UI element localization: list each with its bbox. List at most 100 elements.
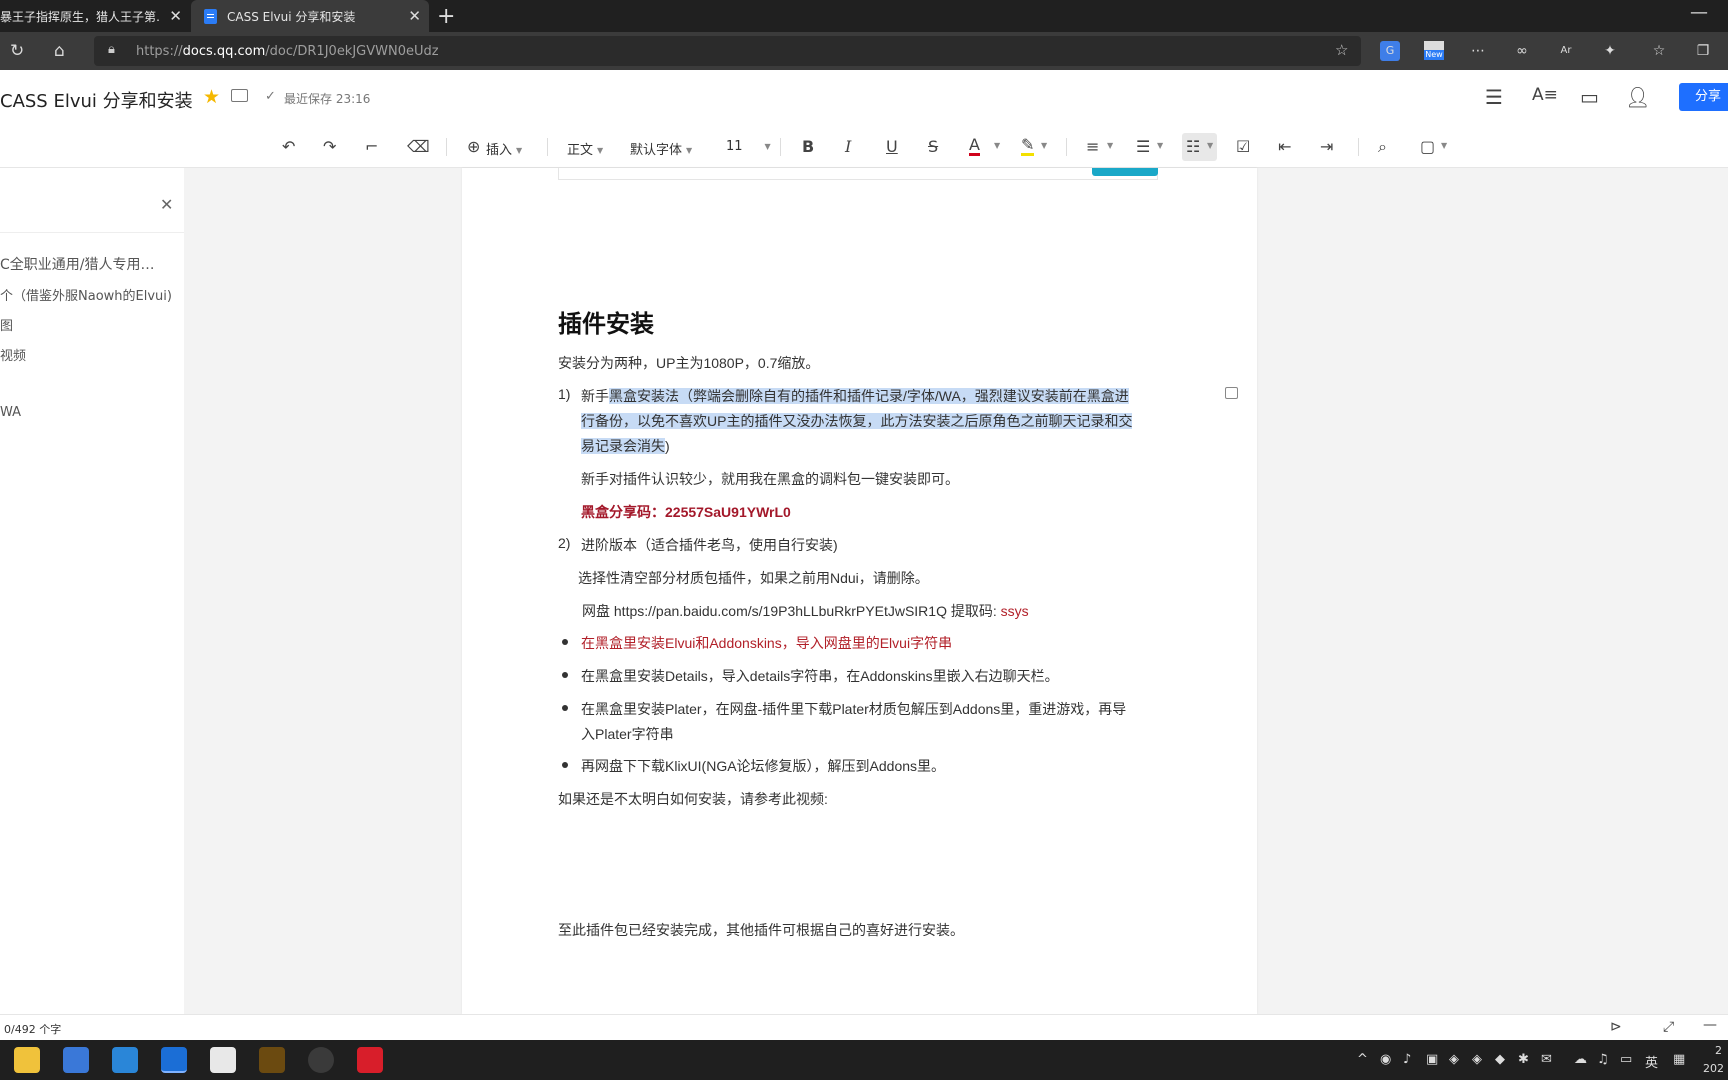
bullet-item: 在黑盒里安装Details，导入details字符串，在Addonskins里嵌… xyxy=(581,668,1059,684)
insert-menu[interactable]: 插入 ▼ xyxy=(486,139,522,158)
add-comment-icon[interactable] xyxy=(1225,387,1238,399)
align-caret[interactable]: ▼ xyxy=(1103,138,1113,153)
document-page[interactable] xyxy=(462,168,1257,1014)
chevron-down-icon: ▼ xyxy=(597,146,604,155)
microphone-icon[interactable]: ♪ xyxy=(1403,1052,1411,1067)
play-icon[interactable]: ⊳ xyxy=(1610,1019,1622,1035)
outline-item[interactable]: C全职业通用/猎人专用… xyxy=(0,254,184,274)
tray-app-icon[interactable]: ◈ xyxy=(1472,1052,1482,1067)
embedded-card-button[interactable] xyxy=(1092,168,1158,176)
font-color-icon[interactable]: A xyxy=(969,137,980,156)
tray-expand-icon[interactable]: ^ xyxy=(1357,1052,1368,1067)
favorites-icon[interactable]: ☆ xyxy=(1649,41,1669,61)
folder-icon[interactable] xyxy=(231,89,248,102)
search-icon[interactable]: ⌕ xyxy=(1378,137,1387,157)
present-icon[interactable]: ▭ xyxy=(1580,85,1599,109)
underline-icon[interactable]: U xyxy=(886,137,898,156)
tab-inactive[interactable]: 暴王子指挥原生，猎人王子第… ✕ xyxy=(0,0,190,32)
redo-icon[interactable]: ↷ xyxy=(323,137,336,156)
outdent-icon[interactable]: ⇤ xyxy=(1278,137,1291,156)
zoom-out-icon[interactable]: — xyxy=(1703,1017,1717,1033)
wechat-icon[interactable]: ✉ xyxy=(1541,1052,1552,1067)
netease-music-icon[interactable] xyxy=(357,1047,383,1073)
chevron-down-icon: ▼ xyxy=(1107,141,1114,150)
tray-app-icon[interactable]: ✱ xyxy=(1518,1052,1529,1067)
font-family-select[interactable]: 默认字体 ▼ xyxy=(630,139,692,158)
collections-icon[interactable]: ❐ xyxy=(1693,41,1713,61)
share-button[interactable]: 分享 xyxy=(1679,83,1728,111)
numbered-list-icon[interactable]: ☷ xyxy=(1186,137,1200,156)
undo-icon[interactable]: ↶ xyxy=(282,137,295,156)
checklist-icon[interactable]: ☑ xyxy=(1236,137,1250,156)
format-painter-icon[interactable]: ⌐ xyxy=(365,137,378,156)
highlight-caret[interactable]: ▼ xyxy=(1037,138,1047,153)
close-icon[interactable]: ✕ xyxy=(160,195,173,214)
network-icon[interactable]: ▭ xyxy=(1620,1052,1632,1067)
puzzle-icon[interactable]: ✦ xyxy=(1600,41,1620,61)
clear-format-icon[interactable]: ⌫ xyxy=(407,137,430,156)
text-format-icon[interactable]: A≡ xyxy=(1532,85,1558,105)
close-tab-icon[interactable]: ✕ xyxy=(169,7,182,25)
onedrive-icon[interactable]: ☁ xyxy=(1574,1052,1587,1067)
align-icon[interactable]: ≡ xyxy=(1086,137,1099,156)
add-collaborator-icon[interactable]: 👤︎ xyxy=(1625,85,1650,109)
doc-title[interactable]: CASS Elvui 分享和安装 xyxy=(0,87,193,113)
app-icon[interactable] xyxy=(210,1047,236,1073)
url-text: https://docs.qq.com/doc/DR1J0ekJGVWN0eUd… xyxy=(136,44,439,59)
tab-active[interactable]: CASS Elvui 分享和安装 ✕ xyxy=(191,0,429,32)
ime-indicator[interactable]: 英 xyxy=(1645,1052,1658,1071)
new-tab-icon[interactable]: + xyxy=(437,4,455,29)
lock-icon[interactable]: 🔒︎ xyxy=(108,42,115,57)
strikethrough-icon[interactable]: S xyxy=(928,137,938,156)
more-tools-caret[interactable]: ▼ xyxy=(1437,138,1447,153)
home-icon[interactable]: ⌂ xyxy=(54,41,65,61)
mail-icon[interactable] xyxy=(112,1047,138,1073)
outline-item[interactable]: WA xyxy=(0,405,21,420)
bullet-list-caret[interactable]: ▼ xyxy=(1153,138,1163,153)
highlight-color-icon[interactable]: ✎ xyxy=(1021,137,1035,156)
tray-app-icon[interactable]: ◉ xyxy=(1380,1052,1391,1067)
add-favorite-icon[interactable]: ☆ xyxy=(1335,41,1348,59)
clock-time[interactable]: 2 xyxy=(1715,1044,1722,1057)
tray-app-icon[interactable]: ◈ xyxy=(1449,1052,1459,1067)
italic-icon[interactable]: I xyxy=(845,137,851,156)
font-color-caret[interactable]: ▼ xyxy=(990,138,1000,153)
url-field[interactable]: 🔒︎ https://docs.qq.com/doc/DR1J0ekJGVWN0… xyxy=(94,36,1361,66)
new-badge-icon[interactable]: New xyxy=(1424,41,1444,61)
tray-app-icon[interactable]: ▣ xyxy=(1426,1052,1438,1067)
infinity-icon[interactable]: ∞ xyxy=(1512,41,1532,61)
numbered-list-caret[interactable]: ▼ xyxy=(1203,138,1213,153)
tray-app-icon[interactable]: ◆ xyxy=(1495,1052,1505,1067)
outline-item[interactable]: 图 xyxy=(0,315,13,334)
wow-icon[interactable] xyxy=(259,1047,285,1073)
outline-item[interactable]: 视频 xyxy=(0,345,26,364)
fullscreen-icon[interactable]: ⤢ xyxy=(1663,1019,1674,1035)
minimize-window-icon[interactable]: — xyxy=(1690,2,1708,23)
volume-icon[interactable]: ♫ xyxy=(1597,1052,1609,1067)
menu-icon[interactable]: ☰ xyxy=(1485,85,1503,109)
ime-mode-icon[interactable]: ▦ xyxy=(1673,1052,1685,1067)
edge-browser-icon[interactable] xyxy=(161,1047,187,1073)
outline-item[interactable]: 个（借鉴外服Naowh的Elvui) xyxy=(0,285,172,304)
docs-favicon-icon xyxy=(204,8,217,24)
close-tab-icon[interactable]: ✕ xyxy=(408,7,421,25)
more-tools-icon[interactable]: ▢ xyxy=(1420,137,1435,156)
refresh-icon[interactable]: ↻ xyxy=(10,41,24,61)
store-icon[interactable] xyxy=(63,1047,89,1073)
translate-icon[interactable]: G xyxy=(1380,41,1400,61)
file-explorer-icon[interactable] xyxy=(14,1047,40,1073)
bullet-dot xyxy=(562,762,568,768)
dots-icon[interactable]: ⋯ xyxy=(1468,41,1488,61)
bullet-list-icon[interactable]: ☰ xyxy=(1136,137,1150,156)
bold-icon[interactable]: B xyxy=(802,137,814,156)
indent-icon[interactable]: ⇥ xyxy=(1320,137,1333,156)
star-icon[interactable]: ★ xyxy=(203,86,220,108)
paragraph-style-select[interactable]: 正文 ▼ xyxy=(567,139,603,158)
font-size-select[interactable]: 11 ▼ xyxy=(726,139,771,154)
obs-icon[interactable] xyxy=(308,1047,334,1073)
embedded-card[interactable] xyxy=(558,168,1158,180)
windows-taskbar: ^ ◉ ♪ ▣ ◈ ◈ ◆ ✱ ✉ ☁ ♫ ▭ 英 ▦ 2 202 xyxy=(0,1040,1728,1080)
clock-date[interactable]: 202 xyxy=(1703,1062,1724,1075)
ar-icon[interactable]: Ar xyxy=(1556,41,1576,61)
style-label: 正文 xyxy=(567,143,594,158)
